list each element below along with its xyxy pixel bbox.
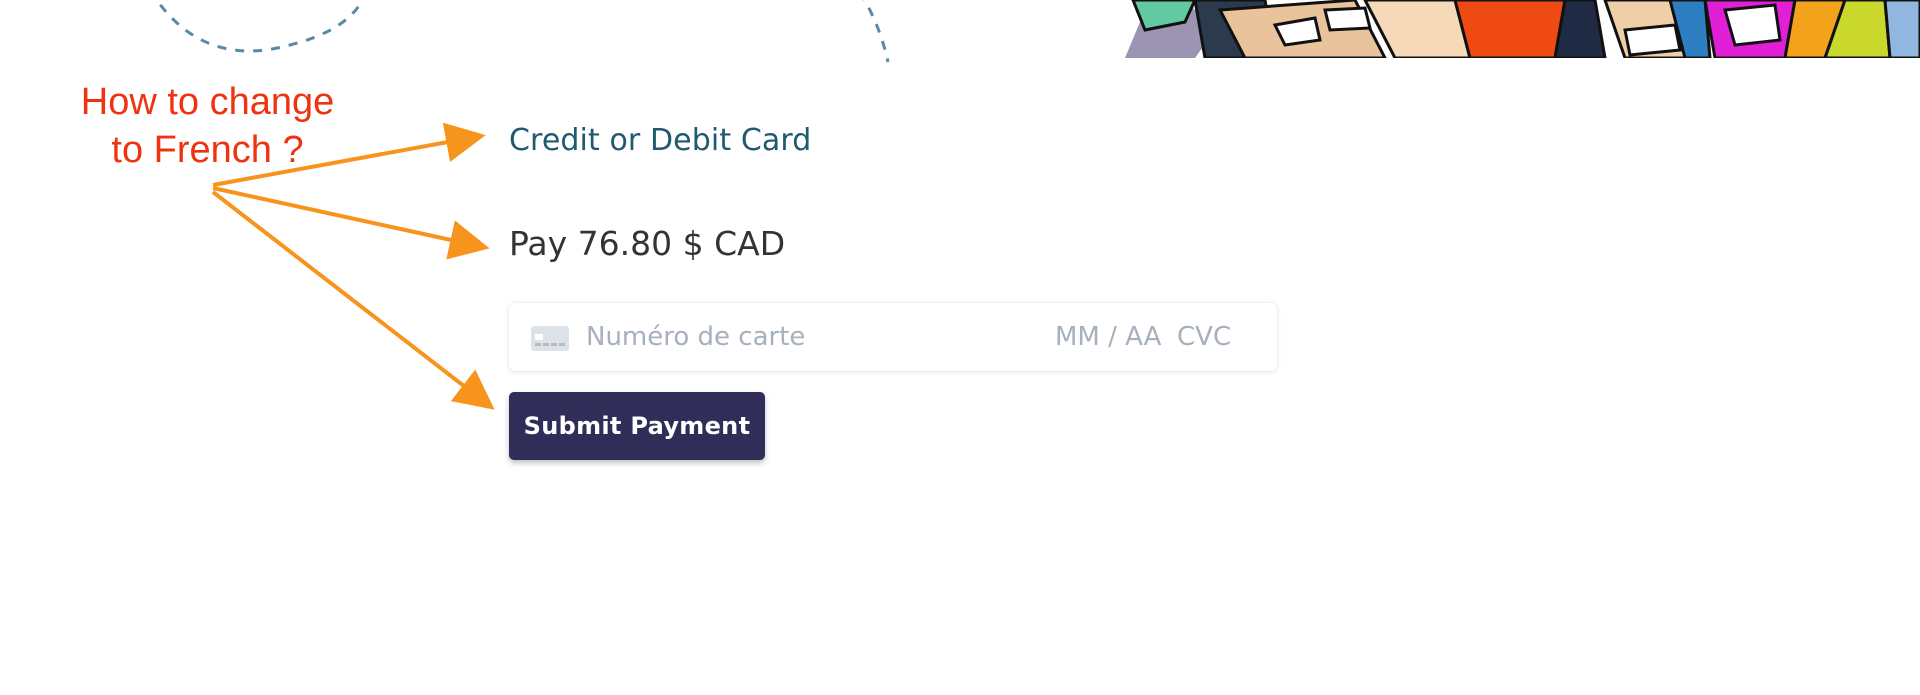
header-illustration [1125, 0, 1920, 58]
annotation-line-2: to French ? [111, 129, 304, 171]
card-expiry-input[interactable]: MM / AA [1055, 320, 1161, 354]
card-number-input[interactable]: Numéro de carte [586, 320, 805, 354]
annotation-line-1: How to change [80, 81, 335, 123]
card-input-field[interactable]: Numéro de carte MM / AA CVC [509, 303, 1277, 371]
credit-card-icon [531, 326, 569, 351]
pay-amount: Pay 76.80 $ CAD [509, 224, 786, 263]
card-cvc-input[interactable]: CVC [1177, 320, 1231, 354]
submit-payment-button[interactable]: Submit Payment [509, 392, 765, 460]
payment-method-label: Credit or Debit Card [509, 123, 812, 158]
annotation-question: How to change to French ? [60, 78, 355, 174]
arrow-to-pay-amount [212, 186, 490, 260]
arrow-to-submit-button [211, 190, 495, 410]
decorative-dashed-circles [154, 0, 890, 63]
